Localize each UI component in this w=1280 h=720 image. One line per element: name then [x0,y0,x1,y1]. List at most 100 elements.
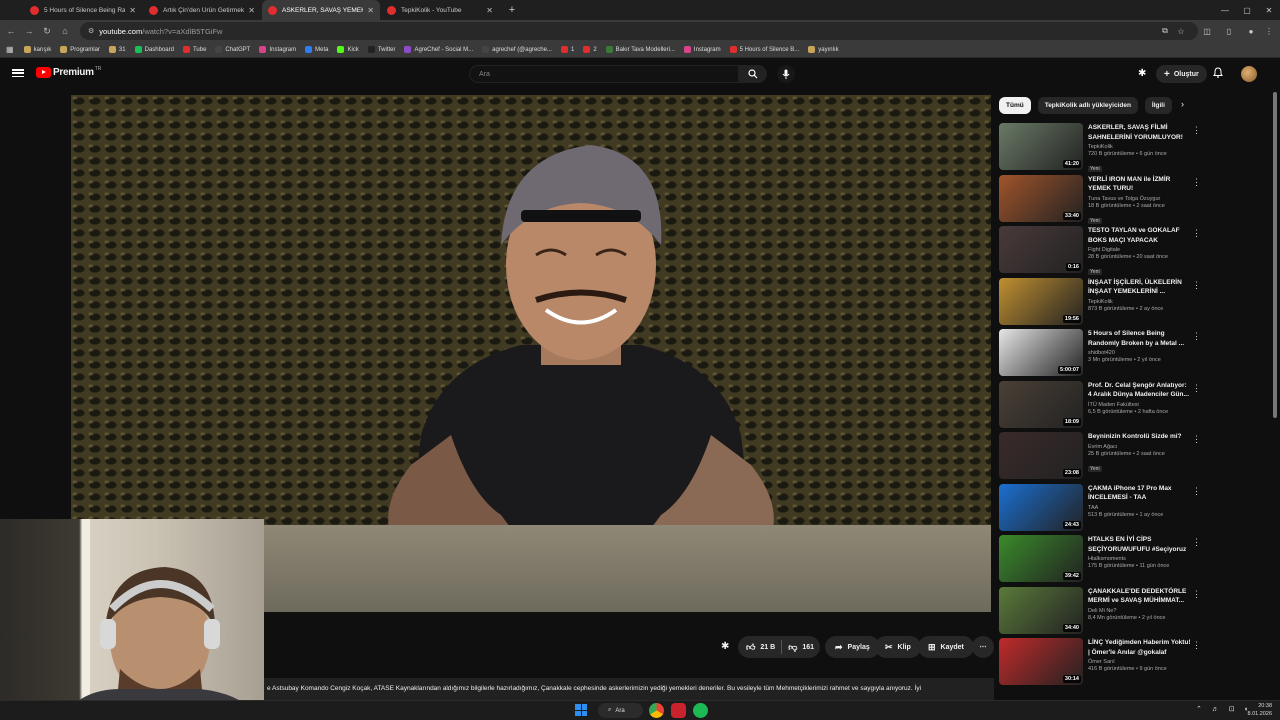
channel-name[interactable]: TepkiKolik [1088,144,1192,150]
bookmark-item[interactable]: ChatGPT [215,46,250,53]
bookmark-item[interactable]: Instagram [683,46,721,53]
close-tab-icon[interactable]: ✕ [367,6,374,15]
profile-icon[interactable]: ● [1244,24,1258,38]
search-input[interactable]: Ara [469,65,739,83]
bookmark-item[interactable]: Tube [182,46,206,53]
chevron-right-icon[interactable]: › [1181,99,1184,109]
recommendation-item[interactable]: 19:56 İNŞAAT İŞÇİLERİ, ÜLKELERİN İNŞAAT Y… [999,277,1209,330]
voice-search-button[interactable] [777,65,795,83]
more-vertical-icon[interactable]: ⋮ [1192,228,1201,239]
chrome-app-icon[interactable] [649,703,664,718]
bookmark-star-icon[interactable]: ☆ [1174,24,1188,38]
browser-tab-active[interactable]: ASKERLER, SAVAŞ YEMEKLERİN ✕ [262,0,380,20]
scrollbar-thumb[interactable] [1273,92,1277,418]
notifications-bell-icon[interactable] [1213,67,1223,81]
recommendation-item[interactable]: 23:08 Beyninizin Kontrolü Sizde mi? Evrim … [999,432,1209,484]
video-title[interactable]: ÇANAKKALE'DE DEDEKTÖRLE MERMİ ve SAVAŞ M… [1088,587,1192,606]
taskbar-search[interactable]: ⌕ Ara [598,703,643,718]
bookmark-item[interactable]: Twitter [367,46,395,53]
bookmark-item[interactable]: 31 [108,46,126,53]
channel-name[interactable]: Htalksmoments [1088,556,1192,562]
menu-icon[interactable] [12,67,24,79]
channel-name[interactable]: Fight Digitale [1088,247,1192,253]
channel-name[interactable]: Ömer Sarıl [1088,659,1192,665]
more-vertical-icon[interactable]: ⋮ [1192,280,1201,291]
recommendation-item[interactable]: 24:43 ÇAKMA iPhone 17 Pro Max İNCELEMESİ … [999,483,1209,536]
thumbs-up-icon[interactable]: 👍︎ [746,642,755,653]
more-vertical-icon[interactable]: ⋮ [1192,486,1201,497]
video-title[interactable]: YERLİ IRON MAN ile İZMİR YEMEK TURU! [1088,175,1192,194]
channel-name[interactable]: TAA [1088,505,1192,511]
more-actions-button[interactable]: ⋯ [972,636,994,658]
bookmark-item[interactable]: 5 Hours of Silence B... [729,46,799,53]
recommendation-item[interactable]: 0:16 TESTO TAYLAN ve GOKALAF BOKS MAÇI YA… [999,226,1209,278]
apps-grid-icon[interactable]: ▦ [6,45,14,54]
video-title[interactable]: ÇAKMA iPhone 17 Pro Max İNCELEMESİ - TAA [1088,484,1192,503]
new-tab-button[interactable]: + [504,2,520,18]
bookmark-item[interactable]: yayınlık [808,46,839,53]
chip-all[interactable]: Tümü [999,97,1031,114]
channel-name[interactable]: İTÜ Maden Fakültesi [1088,402,1192,408]
video-title[interactable]: Beyninizin Kontrolü Sizde mi? [1088,432,1192,442]
video-title[interactable]: HTALKS EN İYİ CİPS SEÇİYORUWUFUFU #Seçiy… [1088,535,1192,554]
install-app-icon[interactable]: ⧉ [1158,24,1172,38]
search-button[interactable] [739,65,767,83]
bookmark-item[interactable]: 1 [560,46,574,53]
video-thumbnail[interactable]: 24:43 [999,483,1083,531]
back-icon[interactable]: ← [2,22,20,40]
close-tab-icon[interactable]: ✕ [248,6,255,15]
recommendation-item[interactable]: 39:42 HTALKS EN İYİ CİPS SEÇİYORUWUFUFU #… [999,535,1209,587]
video-title[interactable]: TESTO TAYLAN ve GOKALAF BOKS MAÇI YAPACA… [1088,226,1192,245]
minimize-icon[interactable]: — [1214,0,1236,20]
thumbs-down-icon[interactable]: 👎︎ [788,642,797,653]
extensions-icon[interactable]: ◫ [1200,24,1214,38]
more-vertical-icon[interactable]: ⋮ [1192,640,1201,651]
like-count[interactable]: 21 B [760,644,775,651]
spotify-app-icon[interactable] [693,703,708,718]
more-vertical-icon[interactable]: ⋮ [1192,125,1201,136]
video-thumbnail[interactable]: 30:14 [999,638,1083,685]
clip-button[interactable]: ✂ Klip [875,636,921,658]
windows-start-icon[interactable] [575,704,587,716]
share-button[interactable]: ➦ Paylaş [825,636,880,658]
bookmark-item[interactable]: AgreChef - Social M... [404,46,473,53]
site-info-icon[interactable]: ⚙ [88,27,94,35]
more-vertical-icon[interactable]: ⋮ [1192,177,1201,188]
create-button[interactable]: + Oluştur [1156,65,1207,83]
reload-icon[interactable]: ↻ [38,22,56,40]
more-vertical-icon[interactable]: ⋮ [1192,331,1201,342]
chip-related[interactable]: İlgili [1144,97,1172,114]
recommendation-item[interactable]: 5:00:07 5 Hours of Silence Being Randomly… [999,329,1209,381]
recommendation-item[interactable]: 18:09 Prof. Dr. Celal Şengör Anlatıyor: 4… [999,380,1209,433]
close-tab-icon[interactable]: ✕ [486,6,493,15]
bookmark-item[interactable]: Kick [337,46,359,53]
channel-name[interactable]: Tuna Tavus ve Tolga Özuygur [1088,196,1192,202]
youtube-logo[interactable]: Premium TR [36,66,101,78]
video-thumbnail[interactable]: 5:00:07 [999,329,1083,376]
video-title[interactable]: 5 Hours of Silence Being Randomly Broken… [1088,329,1192,348]
bookmark-item[interactable]: Instagram [259,46,296,53]
video-thumbnail[interactable]: 41:20 [999,123,1083,170]
close-tab-icon[interactable]: ✕ [129,6,136,15]
taskbar-clock[interactable]: 20:38 8.01.2026 [1240,702,1272,718]
video-thumbnail[interactable]: 18:09 [999,380,1083,428]
video-title[interactable]: LİNÇ Yediğimden Haberim Yoktu! | Ömer'le… [1088,638,1192,657]
forward-icon[interactable]: → [20,22,38,40]
video-thumbnail[interactable]: 19:56 [999,277,1083,325]
channel-name[interactable]: Deli Mi Ne? [1088,608,1192,614]
close-window-icon[interactable]: ✕ [1258,0,1280,20]
bookmark-item[interactable]: Dashboard [134,46,174,53]
bookmark-item[interactable]: 2 [583,46,597,53]
app-icon[interactable] [671,703,686,718]
bookmark-item[interactable]: karışık [23,46,51,53]
save-button[interactable]: ⊞ Kaydet [918,636,974,658]
ask-ai-icon[interactable]: ✱ [721,641,729,652]
video-thumbnail[interactable]: 34:40 [999,586,1083,634]
recommendation-item[interactable]: 30:14 LİNÇ Yediğimden Haberim Yoktu! | Öm… [999,638,1209,690]
browser-tab[interactable]: 5 Hours of Silence Being Rand ✕ [24,0,142,20]
recommendation-item[interactable]: 41:20 ASKERLER, SAVAŞ FİLMİ SAHNELERİNİ Y… [999,123,1209,175]
channel-name[interactable]: TepkiKolik [1088,299,1192,305]
channel-name[interactable]: Evrim Ağacı [1088,444,1192,450]
bookmark-item[interactable]: Meta [305,46,328,53]
maximize-icon[interactable]: ▢ [1236,0,1258,20]
